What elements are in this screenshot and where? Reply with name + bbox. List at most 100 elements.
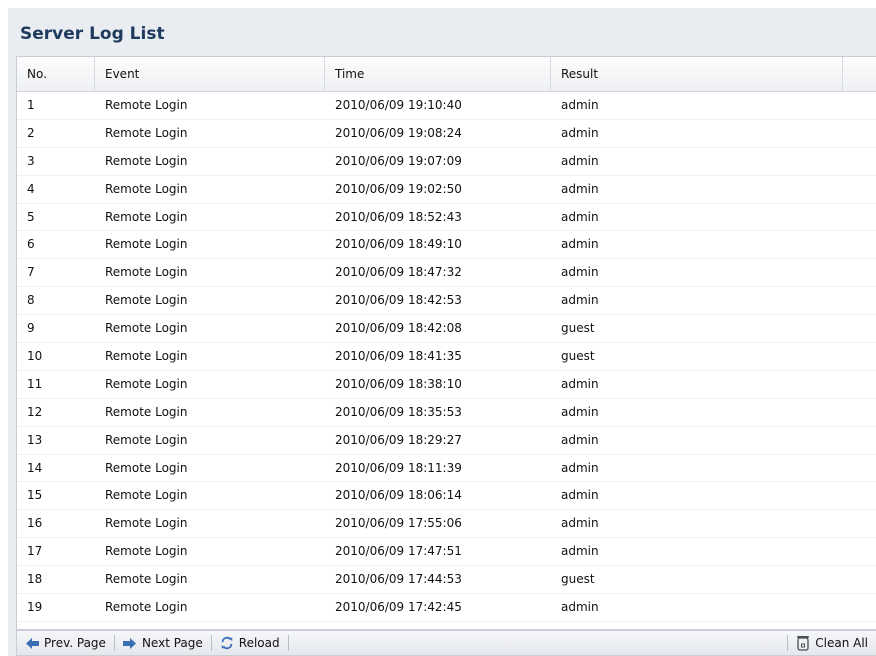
table-row[interactable]: 3 Remote Login 2010/06/09 19:07:09 admin [17,148,876,176]
cell-time: 2010/06/09 19:02:50 [335,181,462,196]
table-row[interactable]: 18 Remote Login 2010/06/09 17:44:53 guest [17,566,876,595]
reload-icon [220,636,234,650]
column-header-filler [843,57,876,91]
cell-filler [843,176,876,203]
cell-filler [843,510,876,537]
table-row[interactable]: 2 Remote Login 2010/06/09 19:08:24 admin [17,120,876,148]
cell-no: 2 [27,125,35,140]
cell-filler [843,455,876,482]
arrow-right-icon [123,636,137,650]
cell-result: admin [561,181,599,196]
cell-event: Remote Login [105,460,188,475]
reload-button[interactable]: Reload [212,632,288,654]
table-row[interactable]: 8 Remote Login 2010/06/09 18:42:53 admin [17,287,876,316]
cell-event: Remote Login [105,153,188,168]
cell-no: 17 [27,544,43,559]
table-row[interactable]: 11 Remote Login 2010/06/09 18:38:10 admin [17,371,876,399]
cell-result: admin [561,488,599,503]
column-header-no[interactable]: No. [17,57,95,91]
cell-time: 2010/06/09 17:38:22 [325,622,551,629]
next-page-button[interactable]: Next Page [115,632,211,654]
table-row[interactable]: 1 Remote Login 2010/06/09 19:10:40 admin [17,92,876,120]
cell-result: admin [561,265,599,280]
cell-filler [843,92,876,119]
table-row[interactable]: 14 Remote Login 2010/06/09 18:11:39 admin [17,455,876,483]
cell-filler [843,482,876,509]
cell-event: Remote Login [105,600,188,615]
column-header-event[interactable]: Event [95,57,325,91]
clean-all-button[interactable]: Clean All [788,632,876,654]
cell-filler [843,622,876,629]
cell-time: 2010/06/09 17:42:45 [335,600,462,615]
cell-result: admin [561,460,599,475]
cell-result: admin [561,293,599,308]
column-header-time[interactable]: Time [325,57,551,91]
cell-no: 19 [27,600,43,615]
cell-filler [843,120,876,147]
cell-no: 14 [27,460,43,475]
table-row[interactable]: 4 Remote Login 2010/06/09 19:02:50 admin [17,176,876,204]
cell-event: Remote Login [105,98,188,112]
cell-event: Remote Login [105,265,188,280]
cell-result: admin [561,98,599,112]
panel-title: Server Log List [20,24,165,44]
prev-page-button[interactable]: Prev. Page [17,632,114,654]
cell-time: 2010/06/09 19:10:40 [335,98,462,112]
cell-filler [843,287,876,314]
cell-result: admin [561,544,599,559]
cell-result: admin [561,404,599,419]
cell-time: 2010/06/09 18:35:53 [335,404,462,419]
cell-filler [843,148,876,175]
table-row[interactable]: 15 Remote Login 2010/06/09 18:06:14 admin [17,482,876,511]
cell-filler [843,427,876,454]
table-row[interactable]: 12 Remote Login 2010/06/09 18:35:53 admin [17,399,876,427]
cell-time: 2010/06/09 18:38:10 [335,376,462,391]
cell-no: 15 [27,488,43,503]
table-row[interactable]: 13 Remote Login 2010/06/09 18:29:27 admin [17,427,876,455]
cell-no: 9 [27,321,35,336]
prev-page-label: Prev. Page [44,636,106,650]
cell-event: Remote Login [105,349,188,364]
cell-time: 2010/06/09 18:29:27 [335,432,462,447]
cell-no: 4 [27,181,35,196]
table-row[interactable]: 7 Remote Login 2010/06/09 18:47:32 admin [17,259,876,288]
table-row[interactable]: 9 Remote Login 2010/06/09 18:42:08 guest [17,315,876,344]
cell-time: 2010/06/09 17:47:51 [335,544,462,559]
cell-time: 2010/06/09 19:08:24 [335,125,462,140]
cell-result: admin [561,376,599,391]
cell-result: admin [561,125,599,140]
table-row[interactable]: 6 Remote Login 2010/06/09 18:49:10 admin [17,231,876,260]
cell-event: Remote Login [105,572,188,587]
cell-filler [843,538,876,565]
cell-no: 12 [27,404,43,419]
cell-time: 2010/06/09 18:47:32 [335,265,462,280]
cell-event: Remote Login [105,181,188,196]
paging-toolbar: Prev. Page Next Page Reload Clean All [16,630,876,656]
cell-filler [843,566,876,593]
table-row[interactable]: 16 Remote Login 2010/06/09 17:55:06 admin [17,510,876,539]
cell-event: Remote Login [105,432,188,447]
table-row[interactable]: 20Remote Login2010/06/09 17:38:22admin [17,622,876,629]
next-page-label: Next Page [141,636,203,650]
cell-event: Remote Login [105,125,188,140]
cell-filler [843,371,876,398]
cell-no: 8 [27,293,35,308]
cell-result: admin [561,237,599,252]
cell-no: 16 [27,516,43,531]
cell-result: admin [551,622,843,629]
table-row[interactable]: 17 Remote Login 2010/06/09 17:47:51 admin [17,538,876,567]
table-row[interactable]: 19 Remote Login 2010/06/09 17:42:45 admin [17,594,876,622]
cell-filler [843,594,876,621]
column-header-result[interactable]: Result [551,57,843,91]
cell-time: 2010/06/09 17:44:53 [335,572,462,587]
cell-event: Remote Login [105,516,188,531]
arrow-left-icon [25,636,39,650]
cell-result: guest [561,321,595,336]
table-row[interactable]: 5 Remote Login 2010/06/09 18:52:43 admin [17,204,876,232]
toolbar-separator [287,635,289,651]
cell-filler [843,343,876,370]
cell-time: 2010/06/09 18:11:39 [335,460,462,475]
cell-no: 6 [27,237,35,252]
table-row[interactable]: 10 Remote Login 2010/06/09 18:41:35 guest [17,343,876,371]
cell-filler [843,204,876,231]
